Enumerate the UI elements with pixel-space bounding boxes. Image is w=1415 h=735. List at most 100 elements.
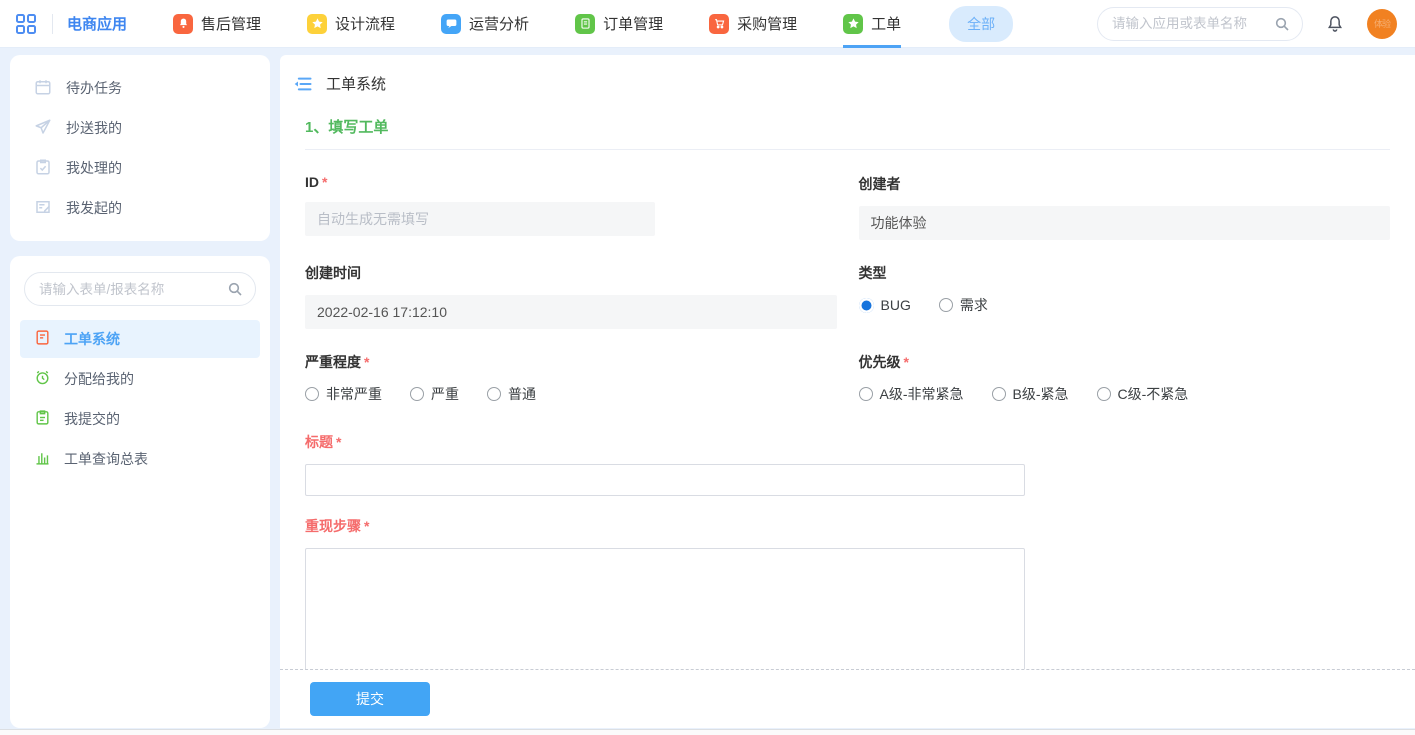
- radio-severity-critical[interactable]: 非常严重: [305, 384, 382, 404]
- field-title: 标题*: [305, 432, 1390, 496]
- creator-input: [859, 206, 1391, 240]
- radio-icon: [992, 387, 1006, 401]
- severity-radio-group: 非常严重 严重 普通: [305, 384, 837, 404]
- bar-chart-icon: [34, 449, 51, 469]
- order-doc-icon: [575, 14, 595, 34]
- page-title: 工单系统: [326, 73, 386, 94]
- field-creator-label: 创建者: [859, 174, 1391, 194]
- top-nav: 售后管理 设计流程 运营分析 订单管理 采购管理: [173, 0, 947, 48]
- section-divider: [305, 149, 1390, 150]
- sidebar-item-handled-by-me[interactable]: 我处理的: [10, 148, 270, 188]
- sidebar-item-work-order-summary[interactable]: 工单查询总表: [20, 440, 260, 478]
- submit-button[interactable]: 提交: [310, 682, 430, 716]
- star-icon: [843, 14, 863, 34]
- nav-item-label: 运营分析: [469, 13, 529, 34]
- field-repro-steps-label: 重现步骤*: [305, 516, 1390, 536]
- form-search-input[interactable]: [39, 282, 227, 297]
- sidebar-item-initiated-by-me[interactable]: 我发起的: [10, 188, 270, 228]
- radio-icon: [939, 298, 953, 312]
- field-created-time-label: 创建时间: [305, 263, 837, 283]
- nav-item-procurement[interactable]: 采购管理: [709, 0, 797, 48]
- notification-bell-icon[interactable]: [1325, 14, 1345, 34]
- section-title: 1、填写工单: [305, 116, 1390, 137]
- radio-severity-serious[interactable]: 严重: [410, 384, 459, 404]
- star-icon: [307, 14, 327, 34]
- sidebar-item-todo-tasks[interactable]: 待办任务: [10, 68, 270, 108]
- field-priority: 优先级* A级-非常紧急 B级-紧急 C级-不紧急: [859, 352, 1391, 404]
- sidebar-item-label: 我处理的: [66, 158, 122, 178]
- form-search[interactable]: [24, 272, 256, 306]
- field-id-label: ID*: [305, 174, 837, 190]
- divider: [52, 14, 53, 34]
- radio-priority-c[interactable]: C级-不紧急: [1097, 384, 1189, 404]
- nav-item-label: 设计流程: [335, 13, 395, 34]
- document-icon: [34, 329, 51, 349]
- sidebar-item-label: 待办任务: [66, 78, 122, 98]
- nav-item-order-management[interactable]: 订单管理: [575, 0, 663, 48]
- field-created-time: 创建时间: [305, 263, 837, 329]
- edit-doc-icon: [34, 198, 52, 219]
- field-id: ID*: [305, 174, 837, 240]
- app-launcher-grid-icon[interactable]: [14, 12, 38, 36]
- global-search[interactable]: [1097, 7, 1303, 41]
- nav-item-work-order[interactable]: 工单: [843, 0, 901, 48]
- clipboard-icon: [34, 409, 51, 429]
- app-title[interactable]: 电商应用: [67, 13, 127, 34]
- field-priority-label: 优先级*: [859, 352, 1391, 372]
- sidebar-item-submitted-by-me[interactable]: 我提交的: [20, 400, 260, 438]
- radio-severity-normal[interactable]: 普通: [487, 384, 536, 404]
- radio-priority-b[interactable]: B级-紧急: [992, 384, 1069, 404]
- sidebar-item-label: 工单系统: [64, 329, 120, 349]
- form-area: 1、填写工单 ID* 创建者 创建时间 类型: [280, 94, 1415, 669]
- sidebar-item-cc-to-me[interactable]: 抄送我的: [10, 108, 270, 148]
- created-time-input: [305, 295, 837, 329]
- clipboard-check-icon: [34, 158, 52, 179]
- nav-item-label: 工单: [871, 13, 901, 34]
- page-body: 待办任务 抄送我的 我处理的 我发起的: [0, 48, 1415, 728]
- radio-type-requirement[interactable]: 需求: [939, 295, 988, 315]
- collapse-sidebar-icon[interactable]: [293, 74, 313, 94]
- nav-item-design-flow[interactable]: 设计流程: [307, 0, 395, 48]
- chat-icon: [441, 14, 461, 34]
- all-apps-pill-button[interactable]: 全部: [949, 6, 1013, 42]
- horizontal-scrollbar-track[interactable]: [0, 729, 1415, 735]
- topbar-right: 体验: [1097, 7, 1397, 41]
- nav-item-label: 售后管理: [201, 13, 261, 34]
- radio-priority-a[interactable]: A级-非常紧急: [859, 384, 964, 404]
- field-repro-steps: 重现步骤*: [305, 516, 1390, 669]
- sidebar-item-label: 工单查询总表: [64, 449, 148, 469]
- id-input[interactable]: [305, 202, 655, 236]
- sidebar-item-assigned-to-me[interactable]: 分配给我的: [20, 360, 260, 398]
- form-footer: 提交: [280, 669, 1415, 728]
- type-radio-group: BUG 需求: [859, 295, 1391, 315]
- field-creator: 创建者: [859, 174, 1391, 240]
- clock-icon: [34, 369, 51, 389]
- radio-icon: [410, 387, 424, 401]
- sidebar: 待办任务 抄送我的 我处理的 我发起的: [10, 55, 270, 728]
- quick-links-card: 待办任务 抄送我的 我处理的 我发起的: [10, 55, 270, 241]
- field-title-label: 标题*: [305, 432, 1390, 452]
- field-severity-label: 严重程度*: [305, 352, 837, 372]
- radio-icon: [859, 387, 873, 401]
- global-search-input[interactable]: [1112, 16, 1274, 31]
- priority-radio-group: A级-非常紧急 B级-紧急 C级-不紧急: [859, 384, 1391, 404]
- field-severity: 严重程度* 非常严重 严重 普通: [305, 352, 837, 404]
- radio-icon: [305, 387, 319, 401]
- topbar: 电商应用 售后管理 设计流程 运营分析 订单管理: [0, 0, 1415, 48]
- field-type: 类型 BUG 需求: [859, 263, 1391, 329]
- radio-icon: [1097, 387, 1111, 401]
- radio-type-bug[interactable]: BUG: [859, 297, 911, 313]
- sidebar-item-label: 抄送我的: [66, 118, 122, 138]
- search-icon: [1274, 16, 1290, 32]
- repro-steps-textarea[interactable]: [305, 548, 1025, 669]
- send-icon: [34, 118, 52, 139]
- sidebar-item-work-order-system[interactable]: 工单系统: [20, 320, 260, 358]
- nav-item-after-sales[interactable]: 售后管理: [173, 0, 261, 48]
- cart-icon: [709, 14, 729, 34]
- nav-item-operations-analysis[interactable]: 运营分析: [441, 0, 529, 48]
- calendar-icon: [34, 78, 52, 99]
- title-input[interactable]: [305, 464, 1025, 496]
- radio-icon: [487, 387, 501, 401]
- user-avatar[interactable]: 体验: [1367, 9, 1397, 39]
- search-icon: [227, 281, 243, 297]
